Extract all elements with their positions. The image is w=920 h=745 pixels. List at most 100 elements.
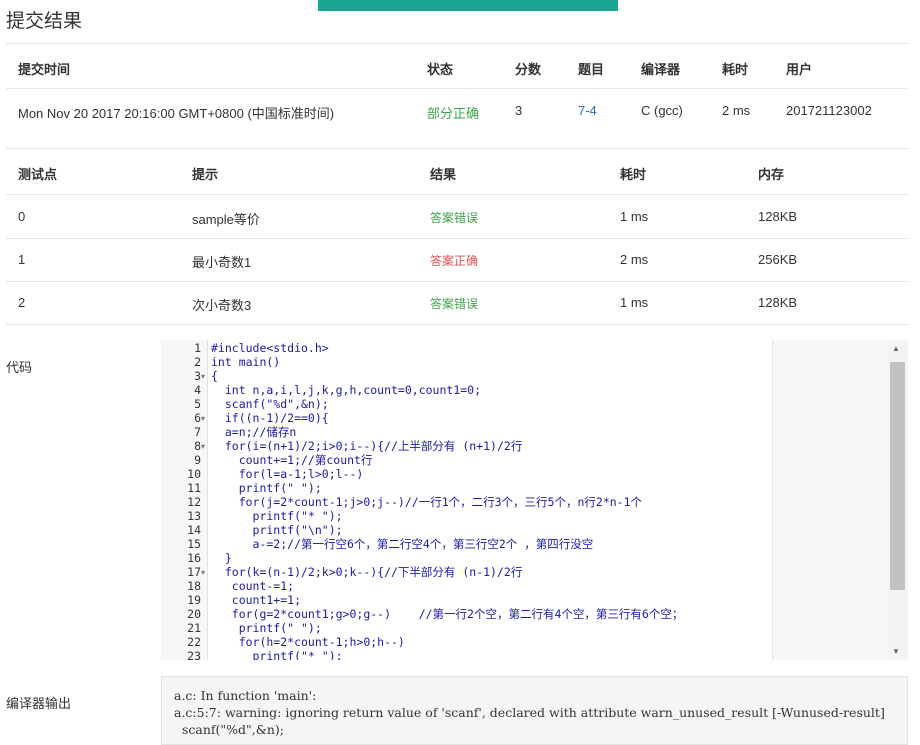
testcase-time: 1 ms [620,209,649,224]
scrollbar-thumb[interactable] [890,362,905,590]
code-line: for(i=(n+1)/2;i>0;i--){//上半部分有 (n+1)/2行 [211,439,523,453]
user-value: 201721123002 [786,103,872,118]
line-number: 10 [187,467,201,481]
header-testcase: 测试点 [18,167,58,182]
code-line: { [211,369,218,383]
line-number: 12 [187,495,201,509]
line-number: 11 [187,481,201,495]
line-number: 23 [187,649,201,660]
header-result: 结果 [430,167,457,182]
testcase-id: 2 [18,295,26,310]
testcase-result: 答案正确 [430,254,479,268]
line-number: 16 [187,551,201,565]
testcase-memory: 256KB [758,252,798,267]
code-line: a=n;//储存n [211,425,297,439]
code-line: count+=1;//第count行 [211,453,373,467]
code-lines: #include<stdio.h> int main(){ int n,a,i,l… [211,341,683,660]
problem-link[interactable]: 7-4 [578,103,597,118]
testcase-result: 答案错误 [430,211,479,225]
compiler-output-label: 编译器输出 [6,696,72,711]
table-row: 2 次小奇数3 答案错误 1 ms 128KB [6,282,908,325]
table-row: 1 最小奇数1 答案正确 2 ms 256KB [6,239,908,282]
code-line: count1+=1; [211,593,302,607]
code-line: int n,a,i,l,j,k,g,h,count=0,count1=0; [211,383,482,397]
code-line: #include<stdio.h> [211,341,329,355]
code-line: count-=1; [211,579,295,593]
test-table-header: 测试点 提示 结果 耗时 内存 [6,149,908,194]
testcase-id: 1 [18,252,26,267]
testcase-time: 1 ms [620,295,649,310]
top-accent-bar [318,0,618,11]
header-problem: 题目 [578,62,605,77]
line-number: 22 [187,635,201,649]
header-time: 耗时 [620,167,647,182]
header-user: 用户 [786,62,813,77]
code-line: scanf("%d",&n); [211,397,329,411]
code-line: printf("\n"); [211,523,343,537]
testcase-hint: 最小奇数1 [192,255,252,270]
line-number-gutter: 1 2 3 4 5 6 7 8 9 10 11 12 13 14 15 16 17 18 19 20 21 22 23 ▾ ▾… [161,340,208,660]
print-margin-ruler [772,340,773,660]
divider [6,324,908,325]
code-line: for(h=2*count-1;h>0;h--) [211,635,405,649]
line-number: 2 [194,355,201,369]
code-line: printf(" "); [211,621,322,635]
code-line: int main() [211,355,281,369]
line-number: 4 [194,383,201,397]
testcase-hint: sample等价 [192,212,260,227]
table-row: 0 sample等价 答案错误 1 ms 128KB [6,195,908,238]
compiler-value: C (gcc) [641,103,683,118]
status-badge: 部分正确 [427,106,480,121]
code-line: printf("* "); [211,509,343,523]
header-score: 分数 [515,62,542,77]
testcase-memory: 128KB [758,209,798,224]
code-label: 代码 [6,360,33,375]
code-line: printf("* "); [211,649,343,660]
fold-arrow-icon[interactable]: ▾ [161,372,205,381]
line-number: 20 [187,607,201,621]
testcase-hint: 次小奇数3 [192,298,252,313]
page-title: 提交结果 [6,11,83,32]
code-editor[interactable]: 1 2 3 4 5 6 7 8 9 10 11 12 13 14 15 16 17 18 19 20 21 22 23 ▾ ▾… [161,340,908,660]
code-line: } [211,551,232,565]
code-line: for(g=2*count1;g>0;g--) //第一行2个空，第二行有4个空… [211,607,684,621]
line-number: 1 [194,341,201,355]
code-line: for(l=a-1;l>0;l--) [211,467,364,481]
scroll-up-arrow-icon[interactable]: ▲ [892,344,900,353]
testcase-result: 答案错误 [430,297,479,311]
compiler-output-text: a.c: In function 'main': a.c:5:7: warnin… [174,688,885,737]
line-number: 7 [194,425,201,439]
compiler-output-box: a.c: In function 'main': a.c:5:7: warnin… [161,676,908,745]
line-number: 21 [187,621,201,635]
code-line: for(j=2*count-1;j>0;j--)//一行1个，二行3个，三行5个… [211,495,643,509]
line-number: 15 [187,537,201,551]
fold-arrow-icon[interactable]: ▾ [161,414,205,423]
submission-row: Mon Nov 20 2017 20:16:00 GMT+0800 (中国标准时… [6,89,908,139]
fold-arrow-icon[interactable]: ▾ [161,568,205,577]
line-number: 18 [187,579,201,593]
testcase-id: 0 [18,209,26,224]
line-numbers: 1 2 3 4 5 6 7 8 9 10 11 12 13 14 15 16 17 18 19 20 21 22 23 [161,341,201,660]
header-elapsed: 耗时 [722,62,749,77]
code-scrollbar[interactable]: ▲ ▼ [888,340,908,660]
header-status: 状态 [427,62,454,77]
code-line: a-=2;//第一行空6个，第二行空4个，第三行空2个 ，第四行没空 [211,537,594,551]
code-line: printf(" "); [211,481,322,495]
line-number: 13 [187,509,201,523]
elapsed-value: 2 ms [722,103,751,118]
code-area[interactable]: #include<stdio.h> int main(){ int n,a,i,l… [208,340,772,660]
code-line: for(k=(n-1)/2;k>0;k--){//下半部分有 (n-1)/2行 [211,565,523,579]
scroll-down-arrow-icon[interactable]: ▼ [892,647,900,656]
header-memory: 内存 [758,167,785,182]
fold-arrow-icon[interactable]: ▾ [161,442,205,451]
submit-time: Mon Nov 20 2017 20:16:00 GMT+0800 (中国标准时… [18,106,335,121]
testcase-time: 2 ms [620,252,649,267]
testcase-memory: 128KB [758,295,798,310]
header-submit-time: 提交时间 [18,62,71,77]
header-hint: 提示 [192,167,219,182]
score-value: 3 [515,103,523,118]
line-number: 14 [187,523,201,537]
line-number: 19 [187,593,201,607]
line-number: 5 [194,397,201,411]
line-number: 9 [194,453,201,467]
